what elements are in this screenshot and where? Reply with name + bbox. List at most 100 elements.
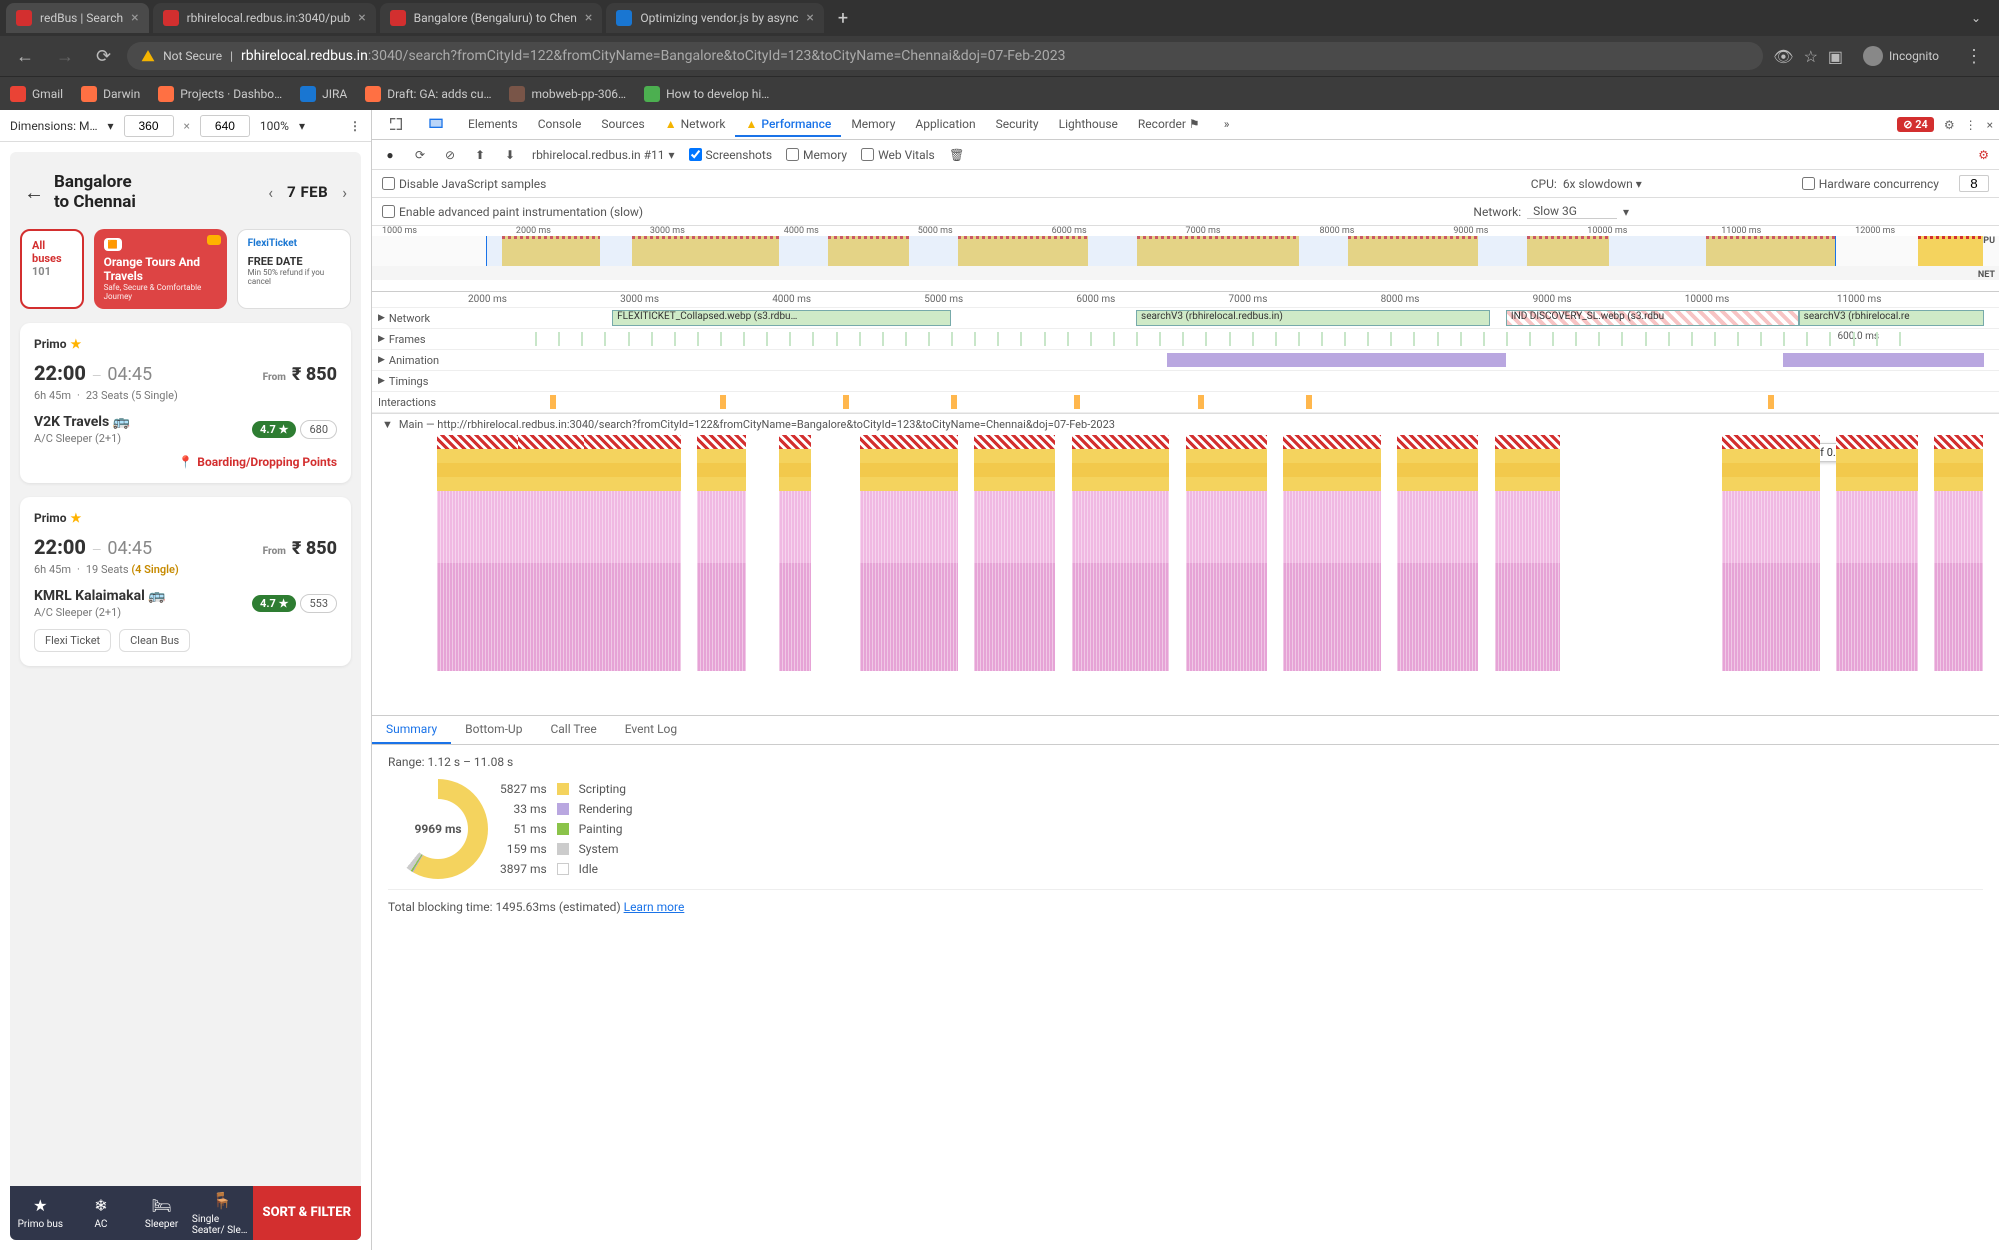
js-frame[interactable] bbox=[1072, 463, 1170, 477]
js-frame[interactable] bbox=[1397, 477, 1478, 491]
boarding-points-link[interactable]: 📍Boarding/Dropping Points bbox=[34, 455, 337, 469]
task-segment[interactable] bbox=[584, 435, 682, 449]
js-frame[interactable] bbox=[697, 449, 746, 463]
interaction-segment[interactable] bbox=[550, 395, 556, 409]
devtools-panel-tab[interactable]: Security bbox=[986, 113, 1049, 137]
render-frame[interactable] bbox=[1722, 491, 1820, 671]
panels-overflow-icon[interactable]: » bbox=[1214, 113, 1240, 137]
js-frame[interactable] bbox=[1397, 463, 1478, 477]
interaction-segment[interactable] bbox=[1306, 395, 1312, 409]
network-segment[interactable]: IND DISCOVERY_SL.webp (s3.rdbu bbox=[1506, 310, 1799, 326]
js-frame[interactable] bbox=[1072, 477, 1170, 491]
render-frame[interactable] bbox=[1495, 491, 1560, 671]
address-bar[interactable]: Not Secure | rbhirelocal.redbus.in:3040/… bbox=[127, 42, 1763, 70]
js-frame[interactable] bbox=[1722, 449, 1820, 463]
js-frame[interactable] bbox=[1722, 477, 1820, 491]
bookmark-item[interactable]: JIRA bbox=[300, 86, 347, 102]
task-segment[interactable] bbox=[1283, 435, 1381, 449]
date-value[interactable]: 7 FEB bbox=[287, 183, 328, 201]
incognito-indicator[interactable]: Incognito bbox=[1853, 42, 1949, 70]
animation-track[interactable]: ▶Animation bbox=[372, 350, 1999, 371]
devtools-panel-tab[interactable]: Console bbox=[528, 113, 592, 137]
interaction-segment[interactable] bbox=[1198, 395, 1204, 409]
js-frame[interactable] bbox=[584, 477, 682, 491]
device-width-input[interactable] bbox=[124, 115, 174, 137]
date-next-icon[interactable]: › bbox=[342, 183, 347, 202]
forward-button[interactable]: → bbox=[50, 42, 80, 71]
bus-card[interactable]: Primo★ 22:00 — 04:45 From₹ 850 6h 45m·23… bbox=[20, 323, 351, 483]
device-height-input[interactable] bbox=[200, 115, 250, 137]
dimensions-select[interactable]: Dimensions: M… bbox=[10, 119, 97, 133]
back-button[interactable]: ← bbox=[10, 42, 40, 71]
filter-item[interactable]: ❄AC bbox=[71, 1186, 132, 1240]
js-frame[interactable] bbox=[1186, 463, 1267, 477]
task-segment[interactable] bbox=[1072, 435, 1170, 449]
bus-card[interactable]: Primo★ 22:00 — 04:45 From₹ 850 6h 45m·19… bbox=[20, 497, 351, 666]
js-frame[interactable] bbox=[1836, 449, 1917, 463]
record-icon[interactable]: ● bbox=[382, 147, 398, 163]
tab-close-icon[interactable]: × bbox=[806, 10, 813, 26]
js-frame[interactable] bbox=[1186, 477, 1267, 491]
zoom-chevron-icon[interactable]: ▾ bbox=[299, 119, 305, 133]
devtools-panel-tab[interactable]: Sources bbox=[591, 113, 654, 137]
devtools-panel-tab[interactable]: Application bbox=[905, 113, 985, 137]
render-frame[interactable] bbox=[1186, 491, 1267, 671]
adv-paint-checkbox[interactable]: Enable advanced paint instrumentation (s… bbox=[382, 205, 643, 219]
disable-js-checkbox[interactable]: Disable JavaScript samples bbox=[382, 177, 546, 191]
chip-all-buses[interactable]: All buses 101 bbox=[20, 229, 84, 309]
js-frame[interactable] bbox=[437, 477, 518, 491]
chip-orange-travels[interactable]: 🟧 Orange Tours And Travels Safe, Secure … bbox=[94, 229, 227, 309]
screenshots-checkbox[interactable]: Screenshots bbox=[689, 148, 772, 162]
task-segment[interactable] bbox=[1186, 435, 1267, 449]
js-frame[interactable] bbox=[1186, 449, 1267, 463]
js-frame[interactable] bbox=[584, 449, 682, 463]
js-frame[interactable] bbox=[1283, 477, 1381, 491]
memory-checkbox[interactable]: Memory bbox=[786, 148, 847, 162]
js-frame[interactable] bbox=[697, 463, 746, 477]
render-frame[interactable] bbox=[437, 491, 518, 671]
devtools-panel-tab[interactable]: Memory bbox=[841, 113, 905, 137]
summary-tab[interactable]: Bottom-Up bbox=[451, 716, 536, 744]
timings-track[interactable]: ▶Timings bbox=[372, 371, 1999, 392]
js-frame[interactable] bbox=[779, 477, 812, 491]
render-frame[interactable] bbox=[1836, 491, 1917, 671]
interaction-segment[interactable] bbox=[720, 395, 726, 409]
filter-item[interactable]: 🪑Single Seater/ Sle… bbox=[192, 1186, 253, 1240]
new-tab-button[interactable]: + bbox=[828, 8, 858, 29]
chip-flexiticket[interactable]: FlexiTicket FREE DATE Min 50% refund if … bbox=[237, 229, 351, 309]
bookmark-item[interactable]: Darwin bbox=[81, 86, 140, 102]
device-toggle-icon[interactable] bbox=[418, 112, 454, 138]
task-segment[interactable] bbox=[1495, 435, 1560, 449]
js-frame[interactable] bbox=[860, 463, 958, 477]
hw-concurrency-checkbox[interactable]: Hardware concurrency bbox=[1802, 177, 1939, 191]
browser-tab[interactable]: rbhirelocal.redbus.in:3040/pub × bbox=[153, 3, 376, 33]
upload-icon[interactable]: ⬆ bbox=[472, 147, 488, 163]
bookmark-item[interactable]: Projects · Dashbo… bbox=[158, 86, 282, 102]
render-frame[interactable] bbox=[779, 491, 812, 671]
bookmark-item[interactable]: Gmail bbox=[10, 86, 63, 102]
task-segment[interactable] bbox=[860, 435, 958, 449]
device-menu-icon[interactable]: ⋮ bbox=[349, 119, 361, 133]
task-segment[interactable] bbox=[437, 435, 518, 449]
task-segment[interactable] bbox=[974, 435, 1055, 449]
js-frame[interactable] bbox=[1397, 449, 1478, 463]
devtools-panel-tab[interactable]: Lighthouse bbox=[1049, 113, 1128, 137]
interaction-segment[interactable] bbox=[1074, 395, 1080, 409]
browser-tab[interactable]: Optimizing vendor.js by async × bbox=[606, 3, 824, 33]
js-frame[interactable] bbox=[1495, 477, 1560, 491]
js-frame[interactable] bbox=[437, 449, 518, 463]
flamegraph[interactable]: ↖ 31.24 ms (self 0.16 ms) Task bbox=[372, 435, 1999, 715]
js-frame[interactable] bbox=[1495, 463, 1560, 477]
tab-close-icon[interactable]: × bbox=[358, 10, 365, 26]
render-frame[interactable] bbox=[860, 491, 958, 671]
js-frame[interactable] bbox=[584, 463, 682, 477]
network-track[interactable]: ▶Network FLEXITICKET_Collapsed.webp (s3.… bbox=[372, 308, 1999, 329]
summary-tab[interactable]: Event Log bbox=[611, 716, 691, 744]
devtools-settings-icon[interactable]: ⚙ bbox=[1944, 118, 1955, 132]
main-thread-track[interactable]: ▼Main — http://rbhirelocal.redbus.in:304… bbox=[372, 413, 1999, 715]
network-segment[interactable]: searchV3 (rbhirelocal.redbus.in) bbox=[1136, 310, 1490, 326]
clear-icon[interactable]: ⊘ bbox=[442, 147, 458, 163]
mobile-viewport[interactable]: ← Bangalore to Chennai ‹ 7 FEB › All bus… bbox=[10, 152, 361, 1240]
js-frame[interactable] bbox=[697, 477, 746, 491]
dimensions-chevron-icon[interactable]: ▾ bbox=[107, 119, 113, 133]
